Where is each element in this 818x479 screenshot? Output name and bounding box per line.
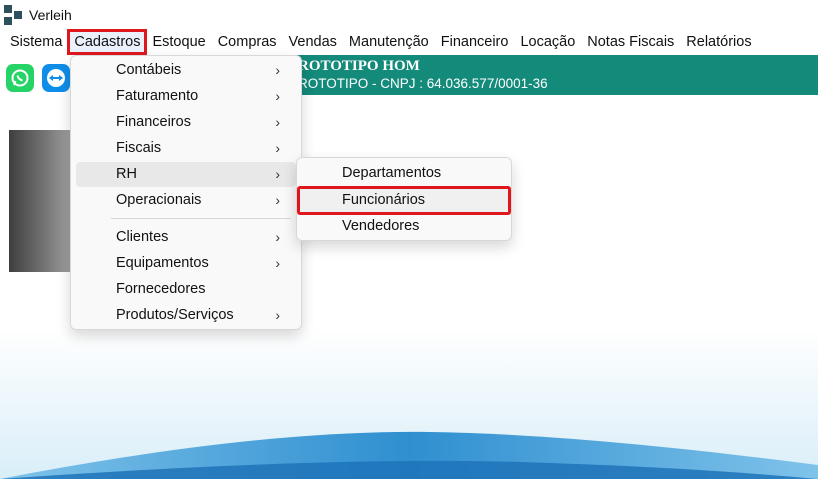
menu-item-label: Clientes — [116, 229, 169, 245]
menu-item-produtos-servicos[interactable]: Produtos/Serviços › — [76, 303, 296, 328]
menu-relatorios[interactable]: Relatórios — [680, 30, 757, 54]
toolbar — [6, 64, 70, 92]
chevron-right-icon: › — [275, 166, 280, 182]
company-name: ROTOTIPO HOM — [298, 58, 420, 74]
menu-manutencao[interactable]: Manutenção — [343, 30, 435, 54]
menu-item-operacionais[interactable]: Operacionais › — [76, 188, 296, 213]
company-cnpj: ROTOTIPO - CNPJ : 64.036.577/0001-36 — [298, 76, 548, 91]
menu-separator — [111, 218, 291, 219]
company-banner: ROTOTIPO HOM ROTOTIPO - CNPJ : 64.036.57… — [296, 55, 818, 95]
title-bar: Verleih — [0, 0, 818, 30]
menu-compras[interactable]: Compras — [212, 30, 283, 54]
menu-item-label: RH — [116, 166, 137, 182]
chevron-right-icon: › — [275, 229, 280, 245]
teamviewer-icon[interactable] — [42, 64, 70, 92]
menu-locacao[interactable]: Locação — [514, 30, 581, 54]
menu-estoque[interactable]: Estoque — [146, 30, 211, 54]
background-waves — [0, 330, 818, 479]
chevron-right-icon: › — [275, 114, 280, 130]
menu-item-label: Equipamentos — [116, 255, 209, 271]
rh-submenu: Departamentos Funcionários Vendedores — [296, 157, 512, 241]
menu-item-contabeis[interactable]: Contábeis › — [76, 58, 296, 83]
menu-bar: Sistema Cadastros Estoque Compras Vendas… — [0, 29, 818, 55]
menu-item-faturamento[interactable]: Faturamento › — [76, 84, 296, 109]
menu-item-rh[interactable]: RH › — [76, 162, 296, 187]
background-logo — [9, 130, 75, 272]
menu-financeiro[interactable]: Financeiro — [435, 30, 515, 54]
menu-item-financeiros[interactable]: Financeiros › — [76, 110, 296, 135]
chevron-right-icon: › — [275, 62, 280, 78]
menu-item-equipamentos[interactable]: Equipamentos › — [76, 251, 296, 276]
chevron-right-icon: › — [275, 88, 280, 104]
menu-item-label: Operacionais — [116, 192, 202, 208]
submenu-item-departamentos[interactable]: Departamentos — [302, 161, 506, 186]
cadastros-dropdown: Contábeis › Faturamento › Financeiros › … — [70, 55, 302, 330]
whatsapp-icon[interactable] — [6, 64, 34, 92]
submenu-item-vendedores[interactable]: Vendedores — [302, 214, 506, 239]
menu-item-label: Fiscais — [116, 140, 162, 156]
menu-item-fornecedores[interactable]: Fornecedores — [76, 277, 296, 302]
menu-item-label: Produtos/Serviços — [116, 307, 234, 323]
menu-item-label: Fornecedores — [116, 281, 206, 297]
submenu-item-funcionarios[interactable]: Funcionários — [297, 186, 511, 215]
menu-sistema[interactable]: Sistema — [4, 30, 68, 54]
menu-item-clientes[interactable]: Clientes › — [76, 225, 296, 250]
window-title: Verleih — [29, 7, 72, 23]
chevron-right-icon: › — [275, 307, 280, 323]
chevron-right-icon: › — [275, 140, 280, 156]
app-logo-icon — [4, 5, 24, 25]
menu-item-label: Faturamento — [116, 88, 199, 104]
menu-vendas[interactable]: Vendas — [283, 30, 343, 54]
menu-notas-fiscais[interactable]: Notas Fiscais — [581, 30, 680, 54]
chevron-right-icon: › — [275, 192, 280, 208]
chevron-right-icon: › — [275, 255, 280, 271]
menu-cadastros[interactable]: Cadastros — [67, 29, 148, 55]
menu-item-fiscais[interactable]: Fiscais › — [76, 136, 296, 161]
menu-item-label: Financeiros — [116, 114, 191, 130]
menu-item-label: Contábeis — [116, 62, 182, 78]
